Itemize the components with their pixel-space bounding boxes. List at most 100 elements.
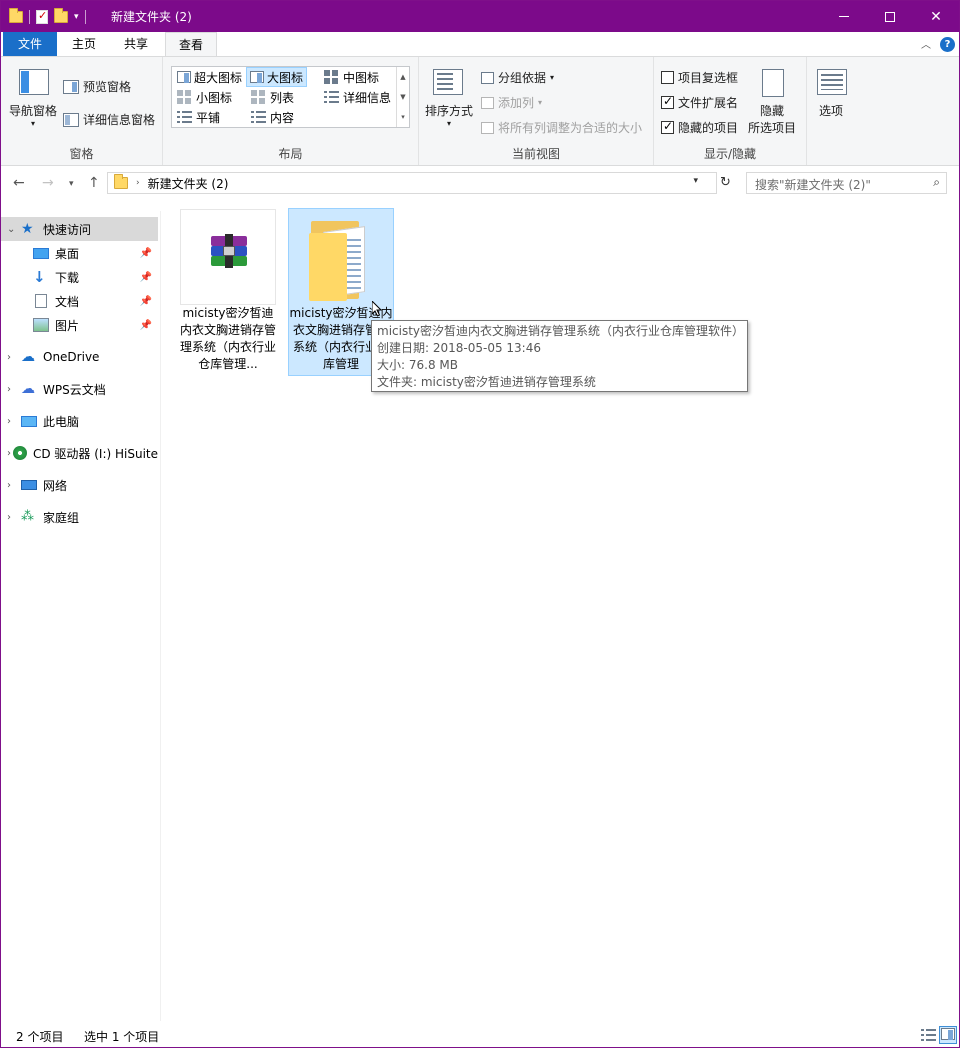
layout-small-icons[interactable]: 小图标 (174, 87, 235, 107)
tab-file[interactable]: 文件 (3, 32, 57, 56)
maximize-button[interactable] (867, 1, 913, 32)
layout-item-label: 详细信息 (343, 90, 392, 105)
item-checkboxes-toggle[interactable]: 项目复选框 (661, 69, 738, 86)
layout-item-label: 中图标 (343, 70, 380, 85)
nav-item-quick-access[interactable]: ⌄ ★ 快速访问 (1, 217, 158, 241)
toolbar-divider (29, 10, 30, 24)
layout-item-label: 平铺 (196, 110, 221, 125)
tooltip-title: micisty密汐皙迪内衣文胸进销存管理系统（内衣行业仓库管理软件） (377, 324, 745, 338)
breadcrumb[interactable]: 新建文件夹 (2) (148, 175, 229, 192)
size-all-columns-button[interactable]: 将所有列调整为合适的大小 (481, 119, 642, 136)
pin-icon[interactable]: 📌 (140, 320, 152, 331)
minimize-button[interactable] (821, 1, 867, 32)
size-columns-icon (481, 121, 494, 134)
new-folder-icon[interactable] (54, 8, 68, 23)
properties-icon[interactable] (36, 9, 48, 24)
options-button[interactable]: 选项 (819, 102, 843, 119)
maximize-icon (885, 11, 895, 22)
chevron-down-icon[interactable]: ⌄ (7, 224, 21, 235)
recent-locations-dropdown[interactable]: ▾ (69, 179, 74, 189)
nav-item-wps[interactable]: › ☁ WPS云文档 (1, 377, 158, 401)
group-by-icon (481, 71, 494, 84)
layout-item-label: 超大图标 (194, 70, 243, 85)
tab-view[interactable]: 查看 (165, 32, 217, 57)
folder-icon (309, 219, 371, 301)
collapse-ribbon-icon[interactable]: ︿ (921, 36, 931, 51)
forward-button[interactable]: → (42, 175, 54, 191)
address-history-dropdown[interactable]: ▾ (693, 176, 698, 186)
details-view-button[interactable] (919, 1026, 937, 1044)
add-columns-icon (481, 96, 494, 109)
group-by-button[interactable]: 分组依据 ▾ (481, 69, 554, 86)
hide-selected-icon (762, 69, 784, 97)
nav-item-desktop[interactable]: 桌面 📌 (1, 241, 158, 265)
add-columns-button[interactable]: 添加列 ▾ (481, 94, 542, 111)
current-view-group: 排序方式 ▾ 分组依据 ▾ 添加列 ▾ 将所有列调整为合适的大小 当前视图 (419, 57, 654, 165)
panes-group: 导航窗格 ▾ 预览窗格 详细信息窗格 窗格 (1, 57, 163, 165)
refresh-button[interactable]: ↻ (720, 175, 731, 190)
layout-medium-icons[interactable]: 中图标 (321, 67, 382, 87)
navigation-pane-icon (19, 69, 49, 95)
layout-tiles[interactable]: 平铺 (174, 107, 223, 127)
details-view-icon (921, 1028, 937, 1042)
up-button[interactable]: ↑ (88, 175, 100, 191)
customize-toolbar-dropdown[interactable]: ▾ (74, 12, 79, 22)
toolbar-divider (84, 10, 86, 24)
nav-item-label: 网络 (43, 478, 68, 493)
nav-item-downloads[interactable]: ↓ 下载 📌 (1, 265, 158, 289)
help-icon[interactable]: ? (940, 37, 955, 52)
large-icons-view-button[interactable] (939, 1026, 957, 1044)
small-icons-icon (177, 90, 193, 104)
file-item-rar[interactable]: micisty密汐皙迪内衣文胸进销存管理系统（内衣行业仓库管理... (180, 209, 286, 377)
preview-pane-button[interactable]: 预览窗格 (63, 78, 131, 95)
tab-share[interactable]: 共享 (113, 32, 159, 56)
nav-item-onedrive[interactable]: › ☁ OneDrive (1, 345, 158, 369)
homegroup-icon: ⁂ (21, 509, 34, 524)
layout-gallery-scroller[interactable]: ▲ ▼ ▾ (396, 67, 409, 127)
winrar-archive-icon (207, 234, 251, 274)
search-icon: ⌕ (933, 175, 940, 189)
sort-by-icon (433, 69, 463, 95)
pin-icon[interactable]: 📌 (140, 296, 152, 307)
sort-by-button[interactable]: 排序方式 ▾ (425, 102, 473, 128)
nav-item-this-pc[interactable]: › 此电脑 (1, 409, 158, 433)
download-icon: ↓ (33, 268, 46, 286)
hidden-items-toggle[interactable]: 隐藏的项目 (661, 119, 738, 136)
nav-item-label: 图片 (55, 318, 80, 333)
layout-extra-large-icons[interactable]: 超大图标 (174, 67, 245, 87)
hide-selected-button[interactable]: 隐藏 所选项目 (748, 102, 796, 136)
search-input[interactable]: 搜索"新建文件夹 (2)" ⌕ (746, 172, 947, 194)
status-bar: 2 个项目 选中 1 个项目 (1, 1023, 959, 1047)
nav-item-homegroup[interactable]: › ⁂ 家庭组 (1, 505, 158, 529)
chevron-right-icon[interactable]: › (7, 480, 21, 491)
large-icons-view-icon (941, 1028, 955, 1040)
layout-gallery: 超大图标 大图标 中图标 小图标 列表 详细信息 平铺 内容 ▲ ▼ ▾ (171, 66, 410, 128)
chevron-right-icon[interactable]: › (7, 512, 21, 523)
layout-large-icons[interactable]: 大图标 (246, 67, 308, 87)
layout-list[interactable]: 列表 (248, 87, 297, 107)
nav-item-documents[interactable]: 文档 📌 (1, 289, 158, 313)
nav-item-cd-drive[interactable]: › CD 驱动器 (I:) HiSuite (1, 441, 158, 465)
preview-pane-icon (63, 79, 79, 94)
chevron-right-icon[interactable]: › (7, 352, 21, 363)
address-bar[interactable]: › 新建文件夹 (2) ▾ (107, 172, 717, 194)
group-by-label: 分组依据 (498, 71, 547, 85)
tab-home[interactable]: 主页 (61, 32, 107, 56)
options-group: 选项 (807, 57, 857, 165)
details-pane-button[interactable]: 详细信息窗格 (63, 111, 155, 128)
layout-content[interactable]: 内容 (248, 107, 297, 127)
breadcrumb-separator-icon[interactable]: › (136, 178, 140, 188)
file-extensions-toggle[interactable]: 文件扩展名 (661, 94, 738, 111)
layout-details[interactable]: 详细信息 (321, 87, 394, 107)
chevron-right-icon[interactable]: › (7, 416, 21, 427)
pin-icon[interactable]: 📌 (140, 248, 152, 259)
navigation-pane-button[interactable]: 导航窗格 ▾ (9, 102, 57, 128)
file-extensions-label: 文件扩展名 (678, 96, 739, 110)
nav-item-network[interactable]: › 网络 (1, 473, 158, 497)
back-button[interactable]: ← (13, 175, 25, 191)
nav-item-pictures[interactable]: 图片 📌 (1, 313, 158, 337)
close-button[interactable]: ✕ (913, 1, 959, 32)
chevron-right-icon[interactable]: › (7, 384, 21, 395)
pin-icon[interactable]: 📌 (140, 272, 152, 283)
nav-item-label: 下载 (55, 270, 80, 285)
